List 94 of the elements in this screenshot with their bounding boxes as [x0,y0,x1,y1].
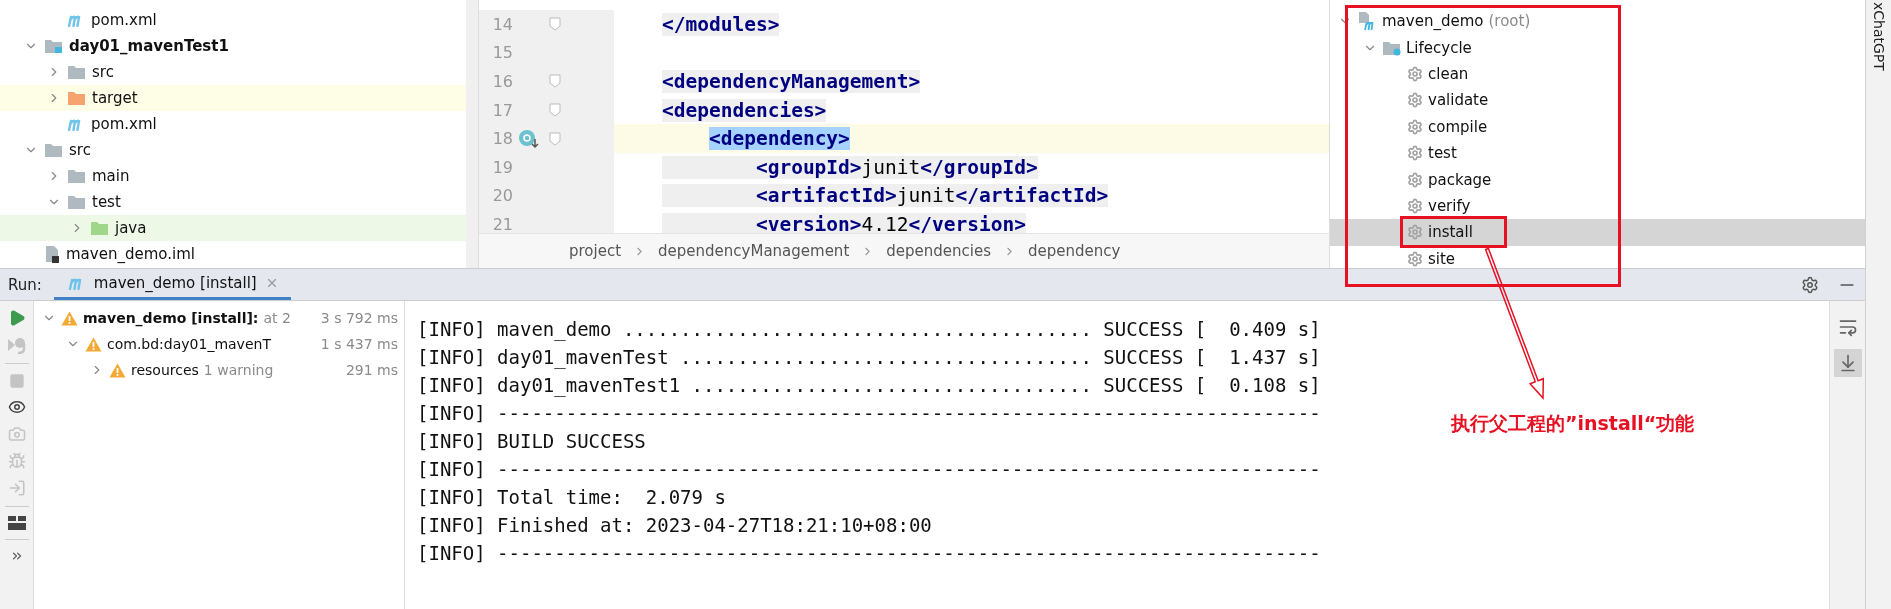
console-line: [INFO] ------------------------------------------------------------------------ [417,457,1321,482]
tree-row[interactable]: test [1330,139,1865,167]
console-line: [INFO] day01_mavenTest1 ................................... SUCCESS [ 0.108 s] [417,373,1321,399]
line-number: 20 [491,186,513,206]
breadcrumb[interactable]: dependencies [886,242,991,260]
warning-icon [61,310,78,326]
file-name[interactable]: src [69,141,91,159]
breadcrumb[interactable]: dependency [1028,242,1121,260]
gear-icon [1407,250,1423,267]
console-line: [INFO] ------------------------------------------------------------------------ [417,541,1321,566]
tree-item-label[interactable]: Lifecycle [1406,38,1472,57]
tree-row[interactable]: compile [1330,113,1865,140]
line-number: 18 [491,129,513,149]
wrap-icon [1837,317,1858,337]
file-name[interactable]: pom.xml [91,115,157,133]
highlighted-row[interactable]: java [0,215,466,241]
duration-text: 291 ms [345,362,398,378]
file-name[interactable]: src [92,63,114,81]
fold-marker-icon[interactable] [549,103,561,118]
line-number: 19 [491,157,513,177]
override-marker-icon[interactable] [518,128,540,149]
console-line: [INFO] ------------------------------------------------------------------------ [417,401,1321,426]
gear-icon [1407,224,1423,241]
file-name[interactable]: pom.xml [91,11,157,29]
warning-icon [109,362,126,378]
tree-item-label[interactable]: compile [1428,117,1488,136]
build-step-label[interactable]: com.bd:day01_mavenT [107,336,271,352]
fold-marker-icon[interactable] [549,131,561,146]
panel-title: Run: [8,275,42,294]
duration-text: 1 s 437 ms [320,336,398,352]
gear-icon [1407,171,1423,188]
highlighted-row[interactable]: target [0,85,466,111]
fold-marker-icon[interactable] [549,17,561,32]
fold-marker-icon[interactable] [549,74,561,89]
folder-icon [1382,39,1401,56]
console-line: [INFO] Total time: 2.079 s [417,485,726,510]
folder-icon [44,38,63,54]
file-name[interactable]: maven_demo.iml [66,245,195,263]
tree-item-label[interactable]: site [1428,249,1456,268]
gear-icon [1407,65,1423,82]
folder-icon [67,194,86,210]
file-name[interactable]: test [92,193,121,211]
build-step-detail: 1 warning [203,362,274,378]
tree-row[interactable]: site [1330,245,1865,268]
folder-icon [90,220,109,236]
console-line: [INFO] day01_mavenTest .................................... SUCCESS [ 1.437 s] [417,345,1321,371]
tree-item-label[interactable]: verify [1428,196,1471,215]
tree-item-label[interactable]: test [1428,144,1457,163]
folder-icon [67,90,86,106]
file-name[interactable]: day01_mavenTest1 [69,37,229,55]
tree-item-note: (root) [1488,12,1531,31]
tree-row[interactable]: clean [1330,60,1865,88]
line-number: 16 [491,72,513,91]
tree-row[interactable]: install [1330,219,1865,246]
console-line: [INFO] BUILD SUCCESS [417,429,646,454]
tool-window-tab[interactable]: xChatGPT [1870,0,1887,71]
file-name[interactable]: target [92,89,138,107]
build-step-label[interactable]: maven_demo [install]: [83,310,259,326]
eye-icon[interactable] [7,398,26,416]
file-icon [44,245,60,263]
build-step-detail: at 2 [263,310,291,326]
layout-icon[interactable] [7,516,26,530]
tree-item-label[interactable]: maven_demo [1382,12,1484,31]
tree-item-label[interactable]: validate [1428,91,1489,110]
gear-icon [1407,92,1423,109]
tree-row[interactable]: verify [1330,192,1865,220]
tree-row[interactable]: validate [1330,87,1865,114]
line-number: 21 [491,214,513,233]
annotation-text: 执行父工程的”install“功能 [1451,411,1695,436]
gear-icon [1407,197,1423,214]
run-tab[interactable]: maven_demo [install] [53,269,291,300]
folder-icon [67,168,86,184]
breadcrumb[interactable]: project [569,242,622,260]
gear-icon [1407,145,1423,162]
tree-item-label[interactable]: clean [1428,64,1469,83]
line-number: 17 [491,100,513,120]
scroll-to-end-button[interactable] [1833,349,1862,377]
line-number: 15 [491,43,513,63]
file-name[interactable]: java [115,219,147,237]
folder-icon [44,142,63,158]
warning-icon [85,336,102,352]
tree-item-label[interactable]: package [1428,170,1492,189]
settings-icon[interactable] [1801,275,1819,294]
build-step-label[interactable]: resources [131,362,199,378]
folder-icon [67,64,86,80]
tree-row[interactable]: package [1330,166,1865,193]
console-line: [INFO] Finished at: 2023-04-27T18:21:10+08:00 [417,513,932,538]
breadcrumb[interactable]: dependencyManagement [658,242,850,260]
tree-item-label[interactable]: install [1428,223,1473,242]
console-line: [INFO] maven_demo ......................................... SUCCESS [ 0.409 s] [417,317,1321,343]
line-number: 14 [491,14,513,34]
duration-text: 3 s 792 ms [320,310,398,326]
gear-icon [1407,118,1423,135]
file-name[interactable]: main [92,167,130,185]
